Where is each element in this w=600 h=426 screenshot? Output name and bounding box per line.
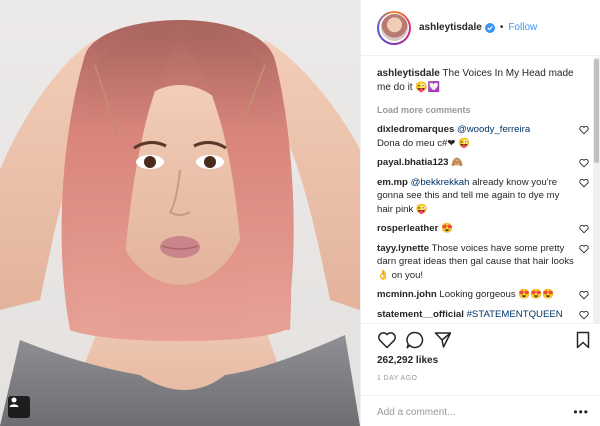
- scrollbar-thumb[interactable]: [594, 59, 599, 163]
- comment-text: Looking gorgeous 😍😍😍: [439, 289, 555, 300]
- comment-like-heart-icon[interactable]: [579, 244, 589, 254]
- comment-item: em.mp @bekkrekkah already know you're go…: [377, 176, 589, 217]
- comment-hashtag[interactable]: #STATEMENTQUEEN: [467, 309, 563, 320]
- share-icon[interactable]: [433, 330, 453, 350]
- bookmark-icon[interactable]: [573, 330, 593, 350]
- comment-item: payal.bhatia123 🙈: [377, 156, 589, 170]
- add-comment-input[interactable]: [377, 404, 557, 420]
- comments-list: ashleytisdale The Voices In My Head made…: [361, 57, 593, 323]
- avatar[interactable]: [377, 10, 411, 45]
- comment-username[interactable]: mcminn.john: [377, 289, 437, 300]
- comment-mention[interactable]: @woody_ferreira: [457, 124, 530, 135]
- comment-text: 😍: [441, 223, 453, 234]
- comment-username[interactable]: rosperleather: [377, 223, 438, 234]
- post-actions: 262,292 likes 1 DAY AGO •••: [361, 323, 600, 426]
- verified-badge-icon: [484, 22, 495, 33]
- comments-scrollbar[interactable]: [593, 57, 600, 323]
- comment-bubble-icon[interactable]: [405, 330, 425, 350]
- header-username[interactable]: ashleytisdale: [419, 22, 482, 33]
- header-separator: •: [499, 22, 504, 33]
- comment-like-heart-icon[interactable]: [579, 178, 589, 188]
- add-comment-bar: •••: [361, 395, 600, 426]
- comment-username[interactable]: statement__official: [377, 309, 464, 320]
- comment-like-heart-icon[interactable]: [579, 158, 589, 168]
- comment-username[interactable]: em.mp: [377, 177, 408, 188]
- post-caption: ashleytisdale The Voices In My Head made…: [377, 67, 577, 95]
- comment-item: tayy.lynette Those voices have some pret…: [377, 242, 589, 283]
- action-row: [373, 330, 593, 352]
- comment-username[interactable]: payal.bhatia123: [377, 157, 448, 168]
- comment-text: 🙈: [451, 157, 464, 168]
- user-tag-icon[interactable]: [8, 396, 30, 418]
- post-header: ashleytisdale • Follow: [361, 0, 600, 56]
- comment-like-heart-icon[interactable]: [579, 310, 589, 320]
- comment-like-heart-icon[interactable]: [579, 290, 589, 300]
- comment-like-heart-icon[interactable]: [579, 224, 589, 234]
- comment-item: statement__official #STATEMENTQUEEN: [377, 308, 589, 322]
- post-timestamp[interactable]: 1 DAY AGO: [377, 375, 417, 382]
- comment-username[interactable]: dixledromarques: [377, 124, 454, 135]
- heart-icon[interactable]: [377, 330, 397, 350]
- comment-username[interactable]: tayy.lynette: [377, 243, 429, 254]
- comment-item: rosperleather 😍: [377, 222, 589, 236]
- comment-item: dixledromarques @woody_ferreira Dona do …: [377, 123, 589, 150]
- likes-count[interactable]: 262,292 likes: [377, 355, 438, 366]
- caption-username[interactable]: ashleytisdale: [377, 68, 440, 79]
- load-more-comments-button[interactable]: Load more comments: [377, 105, 593, 115]
- post-photo[interactable]: [0, 0, 360, 426]
- follow-button[interactable]: Follow: [508, 22, 537, 33]
- comment-mention[interactable]: @bekkrekkah: [411, 177, 470, 188]
- comment-like-heart-icon[interactable]: [579, 125, 589, 135]
- post-side-panel: ashleytisdale • Follow ashleytisdale The…: [360, 0, 600, 426]
- more-options-icon[interactable]: •••: [573, 405, 589, 419]
- comment-text: Dona do meu c#❤ 😜: [377, 137, 471, 149]
- post-photo-illustration: [0, 20, 360, 426]
- comment-item: mcminn.john Looking gorgeous 😍😍😍: [377, 288, 589, 302]
